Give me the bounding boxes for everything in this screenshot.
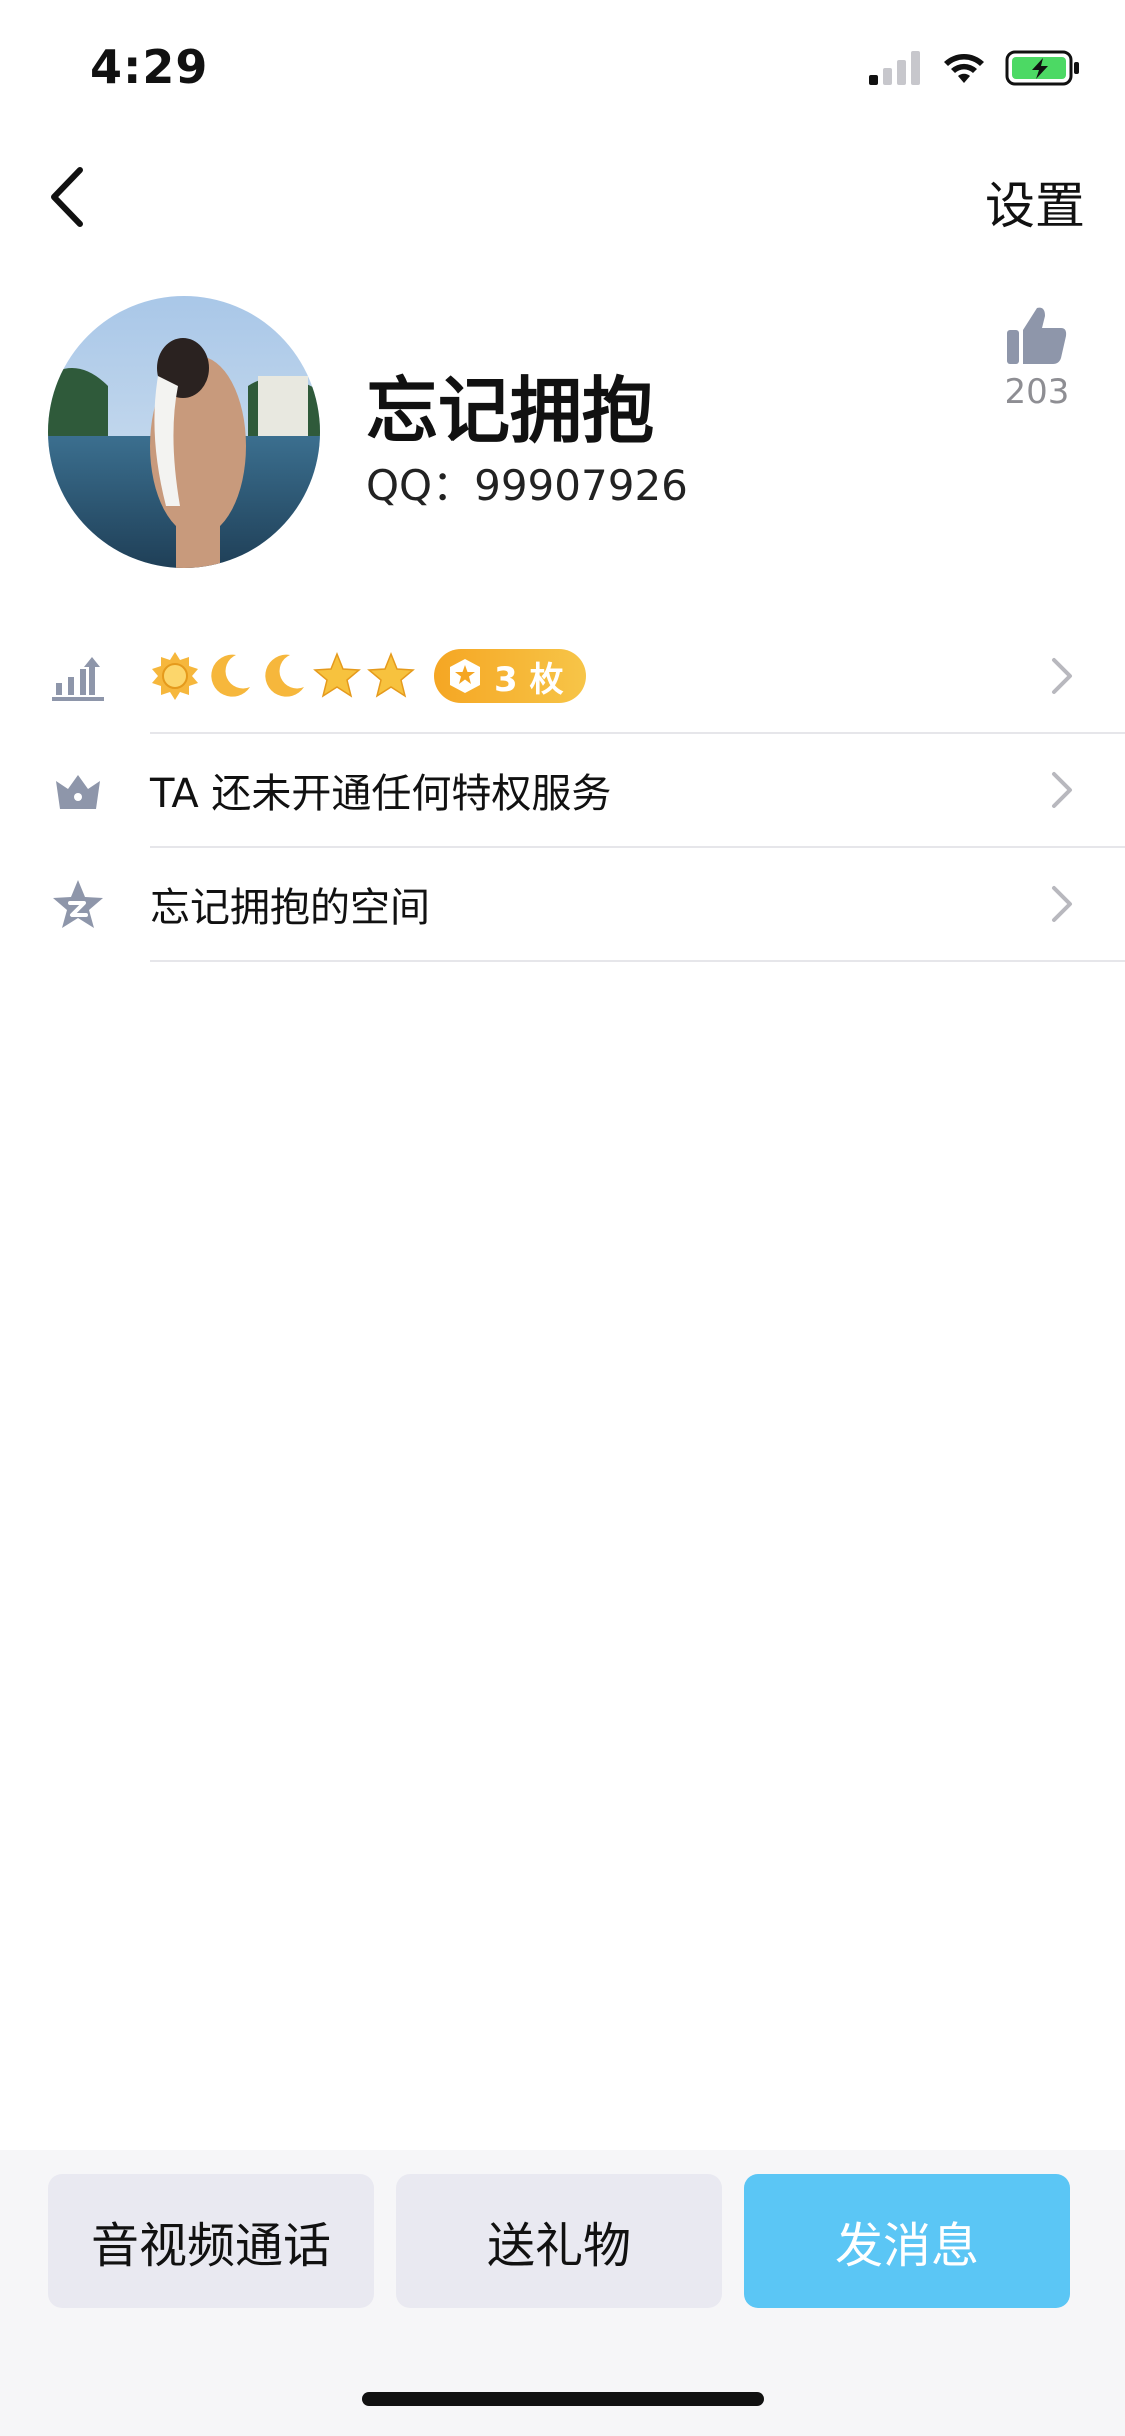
moon-icon [211, 654, 250, 697]
space-row-content: 忘记拥抱的空间 [150, 848, 1125, 962]
send-message-button[interactable]: 发消息 [744, 2174, 1070, 2308]
medal-count: 3 枚 [494, 659, 564, 700]
qzone-star-icon [53, 880, 103, 928]
cellular-signal-icon [869, 51, 920, 85]
avatar[interactable] [48, 296, 320, 568]
sun-icon [152, 652, 198, 700]
home-indicator[interactable] [362, 2392, 764, 2406]
level-row-content: 3 枚 [150, 620, 1125, 734]
chevron-right-icon [1052, 658, 1072, 694]
level-up-icon [52, 657, 104, 701]
settings-button[interactable]: 设置 [985, 166, 1085, 238]
like-button[interactable]: 203 [997, 306, 1077, 412]
space-label: 忘记拥抱的空间 [150, 885, 430, 931]
space-row[interactable]: 忘记拥抱的空间 [0, 848, 1125, 962]
privilege-row-content: TA 还未开通任何特权服务 [150, 734, 1125, 848]
qq-number: QQ：99907926 [366, 461, 688, 510]
level-row[interactable]: 3 枚 [0, 620, 1125, 734]
bottom-action-bar: 音视频通话 送礼物 发消息 [0, 2150, 1125, 2436]
crown-icon [56, 775, 100, 809]
privilege-label: TA 还未开通任何特权服务 [150, 771, 612, 817]
profile-screen: 4:29 设置 忘记拥抱 QQ：99907926 203 3 枚 TA 还未开通… [0, 0, 1125, 2436]
wifi-icon [944, 54, 984, 83]
chevron-right-icon [1052, 886, 1072, 922]
star-icon [367, 651, 415, 698]
chevron-left-icon [51, 167, 83, 227]
privilege-row[interactable]: TA 还未开通任何特权服务 [0, 734, 1125, 848]
level-icons [150, 651, 416, 701]
profile-info-list: 3 枚 TA 还未开通任何特权服务 忘记拥抱的空间 [0, 620, 1125, 962]
thumbs-up-icon [1007, 307, 1067, 364]
avatar-photo [48, 296, 320, 568]
like-count: 203 [1004, 372, 1070, 412]
video-call-button[interactable]: 音视频通话 [48, 2174, 374, 2308]
back-button[interactable] [40, 162, 100, 232]
status-icons [869, 50, 1081, 86]
battery-charging-icon [1005, 50, 1079, 86]
status-time: 4:29 [90, 40, 209, 94]
send-gift-button[interactable]: 送礼物 [396, 2174, 722, 2308]
chevron-right-icon [1052, 772, 1072, 808]
medal-hexagon-icon [450, 659, 480, 693]
moon-icon [265, 654, 304, 697]
star-icon [313, 651, 361, 698]
profile-name: 忘记拥抱 [366, 369, 655, 453]
medal-badge[interactable]: 3 枚 [434, 649, 586, 703]
